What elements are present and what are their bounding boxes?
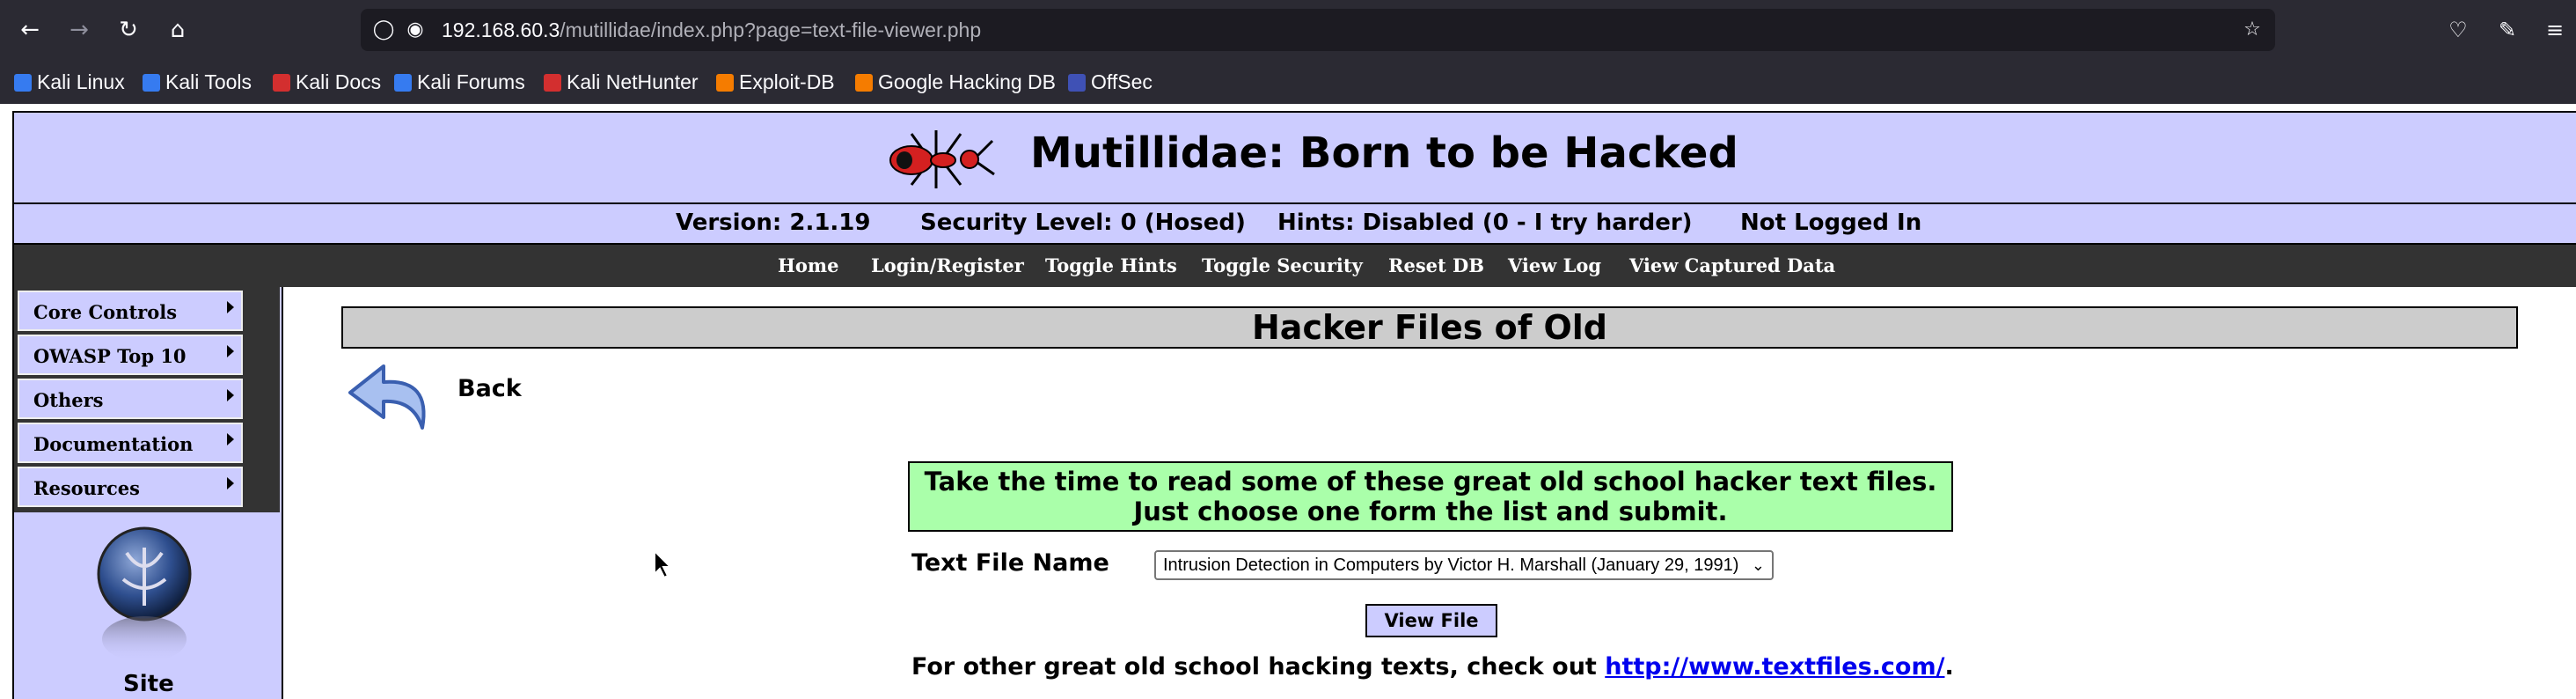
page-title: Hacker Files of Old [341,306,2518,349]
menu-home[interactable]: Home [778,245,838,287]
submenu-arrow-icon [227,433,234,445]
bookmark-label: Kali Docs [296,70,382,93]
bookmark-label: Kali Forums [417,70,525,93]
back-arrow-icon[interactable] [345,361,436,442]
menu-view-captured-data[interactable]: View Captured Data [1629,245,1835,287]
extensions-icon[interactable]: ✎ [2490,12,2525,48]
bookmark-label: Google Hacking DB [878,70,1056,93]
menu-reset-db[interactable]: Reset DB [1388,245,1484,287]
view-file-button[interactable]: View File [1365,604,1497,637]
sidebar-item-resources[interactable]: Resources [18,467,243,507]
submenu-arrow-icon [227,477,234,489]
web-page: Mutillidae: Born to be Hacked Version: 2… [12,111,2576,699]
sidebar-item-label: Core Controls [33,301,178,323]
back-arrow-icon[interactable]: ← [12,12,48,48]
reload-icon[interactable]: ↻ [111,12,146,48]
menu-toggle-security[interactable]: Toggle Security [1202,245,1363,287]
login-status-text: Not Logged In [1740,210,1922,236]
bookmark-label: Kali NetHunter [567,70,699,93]
submenu-arrow-icon [227,345,234,357]
bookmark-label: OffSec [1091,70,1153,93]
menu-login-register[interactable]: Login/Register [871,245,1024,287]
sidebar-item-documentation[interactable]: Documentation [18,423,243,463]
sidebar-item-others[interactable]: Others [18,379,243,419]
sidebar-item-owasp-top-10[interactable]: OWASP Top 10 [18,335,243,375]
bookmark-label: Kali Tools [165,70,252,93]
page-header: Mutillidae: Born to be Hacked [14,113,2576,204]
bookmark-kali-docs[interactable]: Kali Docs [273,60,381,104]
bookmark-star-icon[interactable]: ☆ [2238,16,2266,44]
exploit-db-icon [716,74,734,92]
text-file-select[interactable]: Intrusion Detection in Computers by Vict… [1154,550,1774,580]
sidebar-menu: Core Controls OWASP Top 10 Others Docume… [14,287,280,512]
sidebar-item-label: Documentation [33,433,194,455]
sidebar-item-label: OWASP Top 10 [33,345,187,367]
sidebar: Core Controls OWASP Top 10 Others Docume… [14,287,283,699]
bookmark-offsec[interactable]: OffSec [1068,60,1153,104]
kali-docs-icon [273,74,290,92]
bookmark-label: Exploit-DB [739,70,835,93]
submenu-arrow-icon [227,301,234,313]
offsec-icon [1068,74,1086,92]
bookmark-exploit-db[interactable]: Exploit-DB [716,60,835,104]
submenu-arrow-icon [227,389,234,401]
info-line-1: Take the time to read some of these grea… [924,467,1937,497]
url-text[interactable]: 192.168.60.3/mutillidae/index.php?page=t… [442,9,981,51]
pocket-icon[interactable]: ♡ [2441,12,2476,48]
forward-arrow-icon[interactable]: → [62,12,97,48]
bookmarks-toolbar: Kali Linux Kali Tools Kali Docs Kali For… [0,60,2576,104]
bookmark-kali-linux[interactable]: Kali Linux [14,60,125,104]
hints-text: Hints: Disabled (0 - I try harder) [1277,210,1693,236]
url-bar[interactable]: ◯ ◉ 192.168.60.3/mutillidae/index.php?pa… [361,9,2275,51]
url-host: 192.168.60.3 [442,18,560,41]
menu-view-log[interactable]: View Log [1508,245,1601,287]
kali-linux-icon [14,74,32,92]
version-text: Version: 2.1.19 [676,210,871,236]
text-file-name-label: Text File Name [911,549,1109,577]
menu-icon[interactable]: ≡ [2537,12,2572,48]
back-link[interactable]: Back [457,375,522,402]
info-box: Take the time to read some of these grea… [908,461,1953,532]
shield-icon[interactable]: ◯ [370,16,398,44]
ant-logo-icon [889,130,995,188]
top-menu: Home Login/Register Toggle Hints Toggle … [14,245,2576,287]
page-info-icon[interactable]: ◉ [401,16,429,44]
site-label: Site [123,671,174,697]
other-texts-prefix: For other great old school hacking texts… [911,653,1606,681]
sidebar-item-label: Others [33,389,104,411]
sidebar-item-label: Resources [33,477,140,499]
home-icon[interactable]: ⌂ [160,12,195,48]
browser-toolbar: ← → ↻ ⌂ ◯ ◉ 192.168.60.3/mutillidae/inde… [0,0,2576,60]
kali-tools-icon [143,74,160,92]
other-texts-suffix: . [1944,653,1954,681]
info-line-2: Just choose one form the list and submit… [1133,497,1728,526]
text-file-selected-value: Intrusion Detection in Computers by Vict… [1163,556,1739,575]
textfiles-link[interactable]: http://www.textfiles.com/ [1605,653,1944,681]
bookmark-google-hacking-db[interactable]: Google Hacking DB [855,60,1056,104]
sidebar-item-core-controls[interactable]: Core Controls [18,291,243,331]
kali-forums-icon [394,74,412,92]
chevron-down-icon: ⌄ [1751,556,1765,574]
bookmark-label: Kali Linux [37,70,125,93]
mouse-cursor-icon [654,549,672,579]
owasp-logo-icon[interactable] [91,526,197,667]
security-level-text: Security Level: 0 (Hosed) [920,210,1246,236]
site-title: Mutillidae: Born to be Hacked [1030,129,1738,178]
bookmark-kali-tools[interactable]: Kali Tools [143,60,252,104]
status-bar: Version: 2.1.19 Security Level: 0 (Hosed… [14,204,2576,245]
google-hacking-db-icon [855,74,873,92]
bookmark-kali-forums[interactable]: Kali Forums [394,60,525,104]
menu-toggle-hints[interactable]: Toggle Hints [1045,245,1177,287]
other-texts-line: For other great old school hacking texts… [911,653,1954,681]
kali-nethunter-icon [544,74,561,92]
bookmark-kali-nethunter[interactable]: Kali NetHunter [544,60,699,104]
url-path: /mutillidae/index.php?page=text-file-vie… [560,18,982,41]
